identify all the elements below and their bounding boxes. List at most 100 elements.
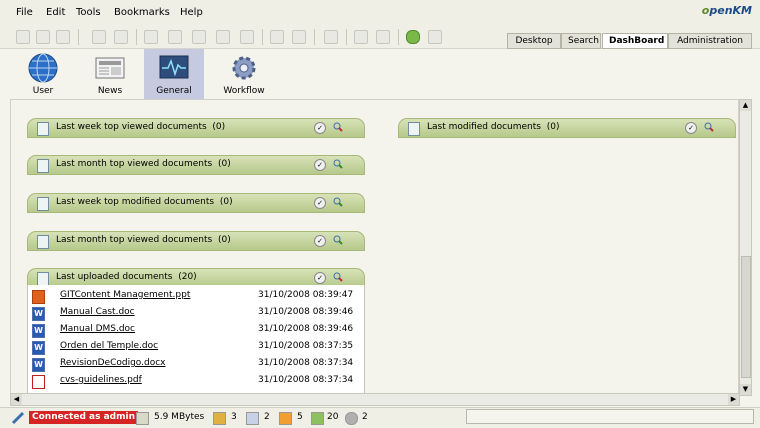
checkin-icon[interactable]	[192, 30, 206, 44]
document-link[interactable]: Manual Cast.doc	[60, 307, 135, 317]
tab-administration[interactable]: Administration	[668, 33, 752, 49]
add-document-icon[interactable]	[144, 30, 158, 44]
zoom-icon[interactable]	[704, 122, 714, 132]
workspace-label: Workflow	[223, 86, 265, 96]
document-link[interactable]: Manual DMS.doc	[60, 324, 135, 334]
remove-property-group-icon[interactable]	[292, 30, 306, 44]
widget-last-week-top-viewed[interactable]: Last week top viewed documents (0) ✓	[27, 118, 365, 138]
tab-search[interactable]: Search	[561, 33, 601, 49]
add-subscription-icon[interactable]	[354, 30, 368, 44]
zoom-icon[interactable]	[333, 235, 343, 245]
locked-documents-icon[interactable]	[213, 412, 226, 425]
menu-help[interactable]: Help	[180, 7, 203, 18]
widget-count: (0)	[219, 197, 233, 207]
check-icon[interactable]: ✓	[314, 272, 326, 284]
tab-dashboard[interactable]: DashBoard	[602, 33, 668, 49]
document-icon	[37, 197, 49, 211]
tab-desktop[interactable]: Desktop	[507, 33, 561, 49]
list-item[interactable]: cvs-guidelines.pdf 31/10/2008 08:37:34	[28, 373, 364, 389]
lock-icon[interactable]	[92, 30, 106, 44]
cancel-checkout-icon[interactable]	[216, 30, 230, 44]
find-document-icon[interactable]	[56, 30, 70, 44]
scroll-thumb[interactable]	[741, 256, 751, 378]
vertical-scrollbar[interactable]: ▲ ▼	[739, 99, 752, 396]
remove-subscription-icon[interactable]	[376, 30, 390, 44]
workspace-news[interactable]: News	[80, 49, 140, 99]
find-folder-icon[interactable]	[36, 30, 50, 44]
monitor-icon	[159, 55, 189, 79]
workflow-icon[interactable]	[324, 30, 338, 44]
widget-last-month-top-viewed[interactable]: Last month top viewed documents (0) ✓	[27, 155, 365, 175]
create-folder-icon[interactable]	[16, 30, 30, 44]
subscriptions-icon[interactable]	[311, 412, 324, 425]
document-link[interactable]: GITContent Management.ppt	[60, 290, 190, 300]
delete-icon[interactable]	[240, 30, 254, 44]
widget-last-week-top-modified[interactable]: Last week top modified documents (0) ✓	[27, 193, 365, 213]
check-icon[interactable]: ✓	[314, 197, 326, 209]
zoom-icon[interactable]	[333, 122, 343, 132]
checkout-documents-icon[interactable]	[246, 412, 259, 425]
scroll-down-icon[interactable]: ▼	[740, 384, 751, 395]
widget-last-modified[interactable]: Last modified documents (0) ✓	[398, 118, 736, 138]
check-icon[interactable]: ✓	[685, 122, 697, 134]
horizontal-scrollbar[interactable]: ◀ ▶	[10, 393, 740, 406]
widget-count: (20)	[178, 272, 197, 282]
check-icon[interactable]: ✓	[314, 235, 326, 247]
document-date: 31/10/2008 08:39:47	[258, 290, 354, 300]
connection-icon	[11, 411, 25, 425]
refresh-icon[interactable]	[406, 30, 420, 44]
scroll-right-icon[interactable]: ▶	[728, 394, 739, 405]
mail-count: 5	[297, 412, 303, 422]
toolbar-separator	[346, 29, 347, 45]
zoom-icon[interactable]	[333, 272, 343, 282]
toolbar-separator	[314, 29, 315, 45]
widget-count: (0)	[546, 122, 560, 132]
toolbar-separator	[78, 29, 79, 45]
word-file-icon: W	[32, 358, 45, 372]
workspace-workflow[interactable]: Workflow	[214, 49, 274, 99]
add-property-group-icon[interactable]	[270, 30, 284, 44]
widget-last-month-top-viewed-2[interactable]: Last month top viewed documents (0) ✓	[27, 231, 365, 251]
unlock-icon[interactable]	[114, 30, 128, 44]
locked-count: 3	[231, 412, 237, 422]
document-link[interactable]: RevisionDeCodigo.docx	[60, 358, 166, 368]
gear-icon	[232, 56, 256, 80]
zoom-icon[interactable]	[333, 197, 343, 207]
document-date: 31/10/2008 08:37:34	[258, 375, 354, 385]
workspace-label: General	[156, 86, 192, 96]
menu-file[interactable]: File	[16, 7, 33, 18]
workspace-general[interactable]: General	[144, 49, 204, 99]
check-icon[interactable]: ✓	[314, 159, 326, 171]
widget-title: Last modified documents	[427, 122, 541, 132]
list-item[interactable]: W Manual DMS.doc 31/10/2008 08:39:46	[28, 322, 364, 338]
newspaper-icon	[95, 57, 125, 79]
widget-count: (0)	[217, 159, 231, 169]
document-link[interactable]: cvs-guidelines.pdf	[60, 375, 142, 385]
list-item[interactable]: W Orden del Temple.doc 31/10/2008 08:37:…	[28, 339, 364, 355]
menu-bookmarks[interactable]: Bookmarks	[114, 7, 170, 18]
pdf-file-icon	[32, 375, 45, 389]
zoom-icon[interactable]	[333, 159, 343, 169]
checkout-icon[interactable]	[168, 30, 182, 44]
menu-tools[interactable]: Tools	[76, 7, 101, 18]
widget-title: Last week top modified documents	[56, 197, 215, 207]
mail-icon[interactable]	[279, 412, 292, 425]
list-item[interactable]: W RevisionDeCodigo.docx 31/10/2008 08:37…	[28, 356, 364, 372]
document-icon	[37, 159, 49, 173]
workflow-gear-icon[interactable]	[345, 412, 358, 425]
subscriptions-count: 20	[327, 412, 339, 422]
checkout-count: 2	[264, 412, 270, 422]
menu-edit[interactable]: Edit	[46, 7, 65, 18]
scroll-left-icon[interactable]: ◀	[11, 394, 22, 405]
ppt-file-icon	[32, 290, 45, 304]
word-file-icon: W	[32, 307, 45, 321]
document-link[interactable]: Orden del Temple.doc	[60, 341, 158, 351]
document-icon	[37, 122, 49, 136]
check-icon[interactable]: ✓	[314, 122, 326, 134]
list-item[interactable]: W Manual Cast.doc 31/10/2008 08:39:46	[28, 305, 364, 321]
document-date: 31/10/2008 08:37:35	[258, 341, 354, 351]
home-icon[interactable]	[428, 30, 442, 44]
list-item[interactable]: GITContent Management.ppt 31/10/2008 08:…	[28, 288, 364, 304]
scroll-up-icon[interactable]: ▲	[740, 100, 751, 111]
workspace-user[interactable]: User	[13, 49, 73, 99]
